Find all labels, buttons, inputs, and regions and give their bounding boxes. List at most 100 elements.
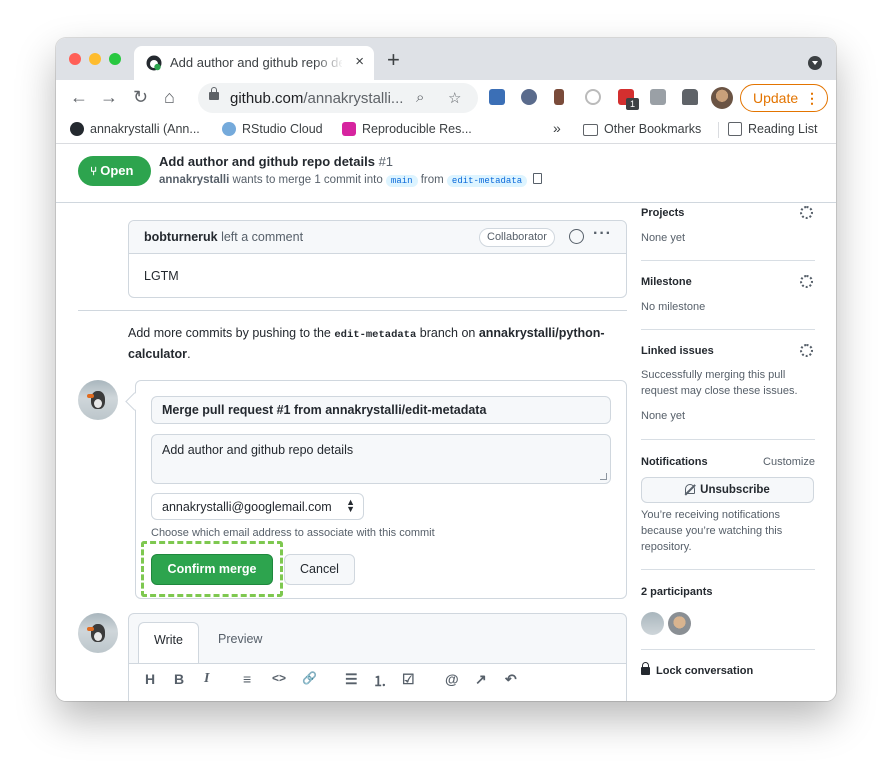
lock-icon bbox=[209, 87, 219, 100]
mention-icon[interactable]: @ bbox=[445, 671, 459, 687]
add-commits-hint: Add more commits by pushing to the edit-… bbox=[128, 326, 605, 361]
projects-gear-icon[interactable] bbox=[800, 206, 813, 219]
resize-handle-icon[interactable] bbox=[600, 473, 607, 480]
github-icon bbox=[70, 122, 84, 136]
linked-issues-gear-icon[interactable] bbox=[800, 344, 813, 357]
lock-conversation-link[interactable]: Lock conversation bbox=[641, 662, 753, 677]
reading-list[interactable]: Reading List bbox=[728, 122, 818, 136]
participants-section: 2 participants bbox=[641, 570, 815, 650]
reading-list-icon bbox=[728, 122, 742, 136]
participant-avatar[interactable] bbox=[668, 612, 691, 635]
reply-icon[interactable]: ↶ bbox=[505, 671, 517, 688]
linked-issues-value: None yet bbox=[641, 410, 686, 422]
forward-arrow-icon[interactable]: → bbox=[100, 88, 118, 106]
collaborator-badge: Collaborator bbox=[479, 228, 555, 247]
base-branch[interactable]: main bbox=[385, 175, 418, 187]
unsubscribe-button[interactable]: Unsubscribe bbox=[641, 477, 814, 503]
extension-r-icon[interactable] bbox=[650, 89, 666, 105]
unordered-list-icon[interactable]: ☰ bbox=[345, 671, 358, 688]
email-help-text: Choose which email address to associate … bbox=[151, 527, 435, 539]
heading-icon[interactable]: H bbox=[145, 671, 155, 687]
reload-icon[interactable]: ↻ bbox=[133, 88, 148, 106]
pr-subtitle: annakrystalli wants to merge 1 commit in… bbox=[159, 173, 543, 187]
tab-search-icon[interactable] bbox=[808, 56, 822, 70]
tab-preview[interactable]: Preview bbox=[218, 622, 262, 656]
bookmark-item[interactable]: Reproducible Res... bbox=[342, 122, 472, 136]
url-text: github.com/annakrystalli... bbox=[230, 90, 404, 107]
home-icon[interactable]: ⌂ bbox=[164, 88, 175, 106]
participants-list bbox=[641, 612, 701, 636]
italic-icon[interactable]: I bbox=[204, 671, 209, 687]
lock-icon bbox=[641, 662, 650, 675]
minimize-window-button[interactable] bbox=[89, 53, 101, 65]
zoom-window-button[interactable] bbox=[109, 53, 121, 65]
linked-issues-section: Linked issues Successfully merging this … bbox=[641, 330, 815, 440]
back-arrow-icon[interactable]: ← bbox=[70, 88, 88, 106]
more-bookmarks-icon[interactable]: » bbox=[553, 120, 561, 136]
extension-shield-icon[interactable] bbox=[489, 89, 505, 105]
bookmarks-divider bbox=[718, 122, 719, 138]
browser-tab[interactable]: Add author and github repo details × bbox=[134, 46, 374, 80]
comment-author-link[interactable]: bobturneruk bbox=[144, 230, 218, 244]
pr-sidebar: Projects None yet Milestone No milestone… bbox=[641, 203, 815, 701]
menu-dots-icon: ⋮ bbox=[805, 90, 819, 106]
extension-g-icon[interactable] bbox=[585, 89, 601, 105]
commit-email-select[interactable]: annakrystalli@googlemail.com ▲ ▼ bbox=[151, 493, 364, 520]
projects-value: None yet bbox=[641, 232, 686, 244]
participant-avatar[interactable] bbox=[641, 612, 664, 635]
milestone-value: No milestone bbox=[641, 301, 706, 313]
address-bar[interactable]: github.com/annakrystalli... ⌕ ☆ bbox=[198, 83, 478, 113]
branch-name: edit-metadata bbox=[334, 329, 417, 341]
tab-write[interactable]: Write bbox=[138, 622, 199, 664]
notifications-heading: Notifications bbox=[641, 456, 708, 468]
new-tab-button[interactable]: + bbox=[387, 49, 400, 71]
milestone-section: Milestone No milestone bbox=[641, 261, 815, 330]
ordered-list-icon[interactable]: ⒈ bbox=[373, 671, 387, 691]
cancel-button[interactable]: Cancel bbox=[284, 554, 355, 585]
merge-description-input[interactable]: Add author and github repo details bbox=[151, 434, 611, 484]
bookmark-item[interactable]: RStudio Cloud bbox=[222, 122, 323, 136]
bookmark-star-icon[interactable]: ☆ bbox=[448, 89, 461, 107]
other-bookmarks[interactable]: Other Bookmarks bbox=[583, 122, 701, 136]
comment-header: bobturneruk left a comment Collaborator … bbox=[129, 221, 626, 254]
bookmark-item[interactable]: annakrystalli (Ann... bbox=[70, 122, 200, 136]
cross-reference-icon[interactable]: ↗ bbox=[475, 671, 487, 688]
milestone-gear-icon[interactable] bbox=[800, 275, 813, 288]
merge-title-input[interactable]: Merge pull request #1 from annakrystalli… bbox=[151, 396, 611, 424]
tab-close-icon[interactable]: × bbox=[355, 54, 364, 70]
review-comment: bobturneruk left a comment Collaborator … bbox=[128, 220, 627, 298]
copy-clipboard-icon[interactable] bbox=[533, 173, 543, 184]
extension-search-icon[interactable] bbox=[521, 89, 537, 105]
notifications-section: Notifications Customize Unsubscribe You’… bbox=[641, 440, 815, 570]
comment-editor: Write Preview H B I ≡ <> 🔗 ☰ ⒈ ☑ @ ↗ ↶ bbox=[128, 613, 627, 701]
participants-heading: 2 participants bbox=[641, 586, 713, 598]
task-list-icon[interactable]: ☑ bbox=[402, 671, 415, 688]
github-favicon-icon bbox=[146, 55, 162, 71]
pr-title: Add author and github repo details #1 bbox=[159, 154, 394, 169]
pr-status-badge: ⑂ Open bbox=[78, 156, 151, 186]
zoom-magnifier-icon[interactable]: ⌕ bbox=[416, 89, 424, 106]
close-window-button[interactable] bbox=[69, 53, 81, 65]
linked-issues-text: Successfully merging this pull request m… bbox=[641, 369, 798, 397]
page-content: ⑂ Open Add author and github repo details… bbox=[56, 145, 836, 701]
browser-window: Add author and github repo details × + ←… bbox=[56, 38, 836, 701]
quote-icon[interactable]: ≡ bbox=[243, 671, 251, 687]
pr-author-link[interactable]: annakrystalli bbox=[159, 174, 229, 186]
avatar[interactable] bbox=[78, 613, 118, 653]
code-icon[interactable]: <> bbox=[272, 671, 286, 685]
avatar[interactable] bbox=[78, 380, 118, 420]
profile-avatar[interactable] bbox=[711, 87, 733, 109]
update-button[interactable]: Update ⋮ bbox=[740, 84, 828, 112]
confirm-merge-button[interactable]: Confirm merge bbox=[151, 554, 273, 585]
bold-icon[interactable]: B bbox=[174, 671, 184, 687]
add-reaction-icon[interactable] bbox=[569, 229, 584, 244]
pr-timeline: bobturneruk left a comment Collaborator … bbox=[56, 161, 641, 701]
extension-dropper-icon[interactable] bbox=[554, 89, 564, 105]
head-branch[interactable]: edit-metadata bbox=[446, 175, 528, 187]
customize-link[interactable]: Customize bbox=[763, 456, 815, 468]
bookmarks-bar: annakrystalli (Ann... RStudio Cloud Repr… bbox=[56, 116, 836, 144]
extensions-puzzle-icon[interactable] bbox=[682, 89, 698, 105]
link-icon[interactable]: 🔗 bbox=[302, 671, 317, 685]
linked-issues-heading: Linked issues bbox=[641, 345, 714, 357]
more-options-icon[interactable]: ··· bbox=[593, 225, 612, 243]
